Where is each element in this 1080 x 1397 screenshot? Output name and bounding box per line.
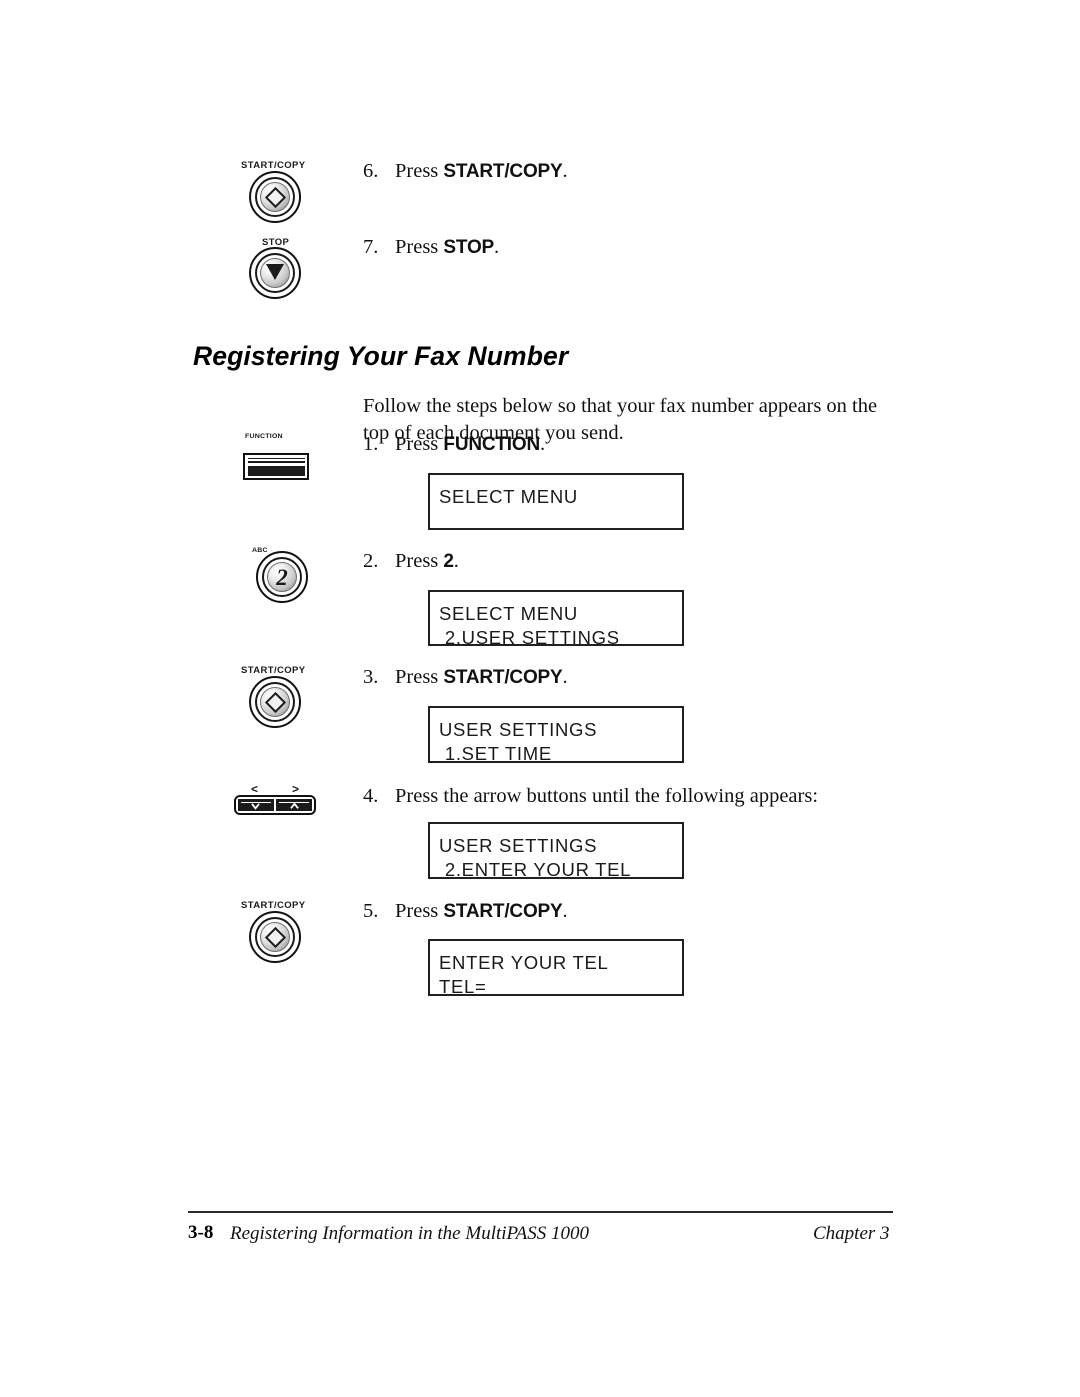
step-text-suffix: . (539, 433, 546, 455)
step-instruction: Press START/COPY. (395, 664, 568, 691)
step-number: 5. (363, 900, 379, 922)
step-text-prefix: Press (395, 900, 444, 922)
arrow-buttons[interactable] (234, 795, 316, 815)
stop-button[interactable] (249, 247, 301, 299)
step-text-suffix: . (562, 666, 568, 688)
stop-triangle-icon (266, 264, 284, 280)
step-number: 2. (363, 550, 379, 572)
step-text-suffix: . (562, 900, 568, 922)
lcd-display: ENTER YOUR TEL TEL= (428, 939, 684, 997)
lcd-line-2: 2.ENTER YOUR TEL (439, 859, 632, 880)
step-text-suffix: . (562, 160, 568, 182)
function-line (247, 460, 305, 463)
function-button[interactable] (243, 453, 309, 480)
step-text-prefix: Press (395, 433, 444, 455)
button-cap: 2 (267, 562, 297, 592)
footer-page-number: 3-8 (188, 1222, 214, 1243)
arrow-left-mark: < (250, 782, 258, 796)
step-number: 7. (363, 236, 379, 258)
start-copy-button[interactable] (249, 676, 301, 728)
step-text-prefix: Press (395, 666, 444, 688)
lcd-line-1: USER SETTINGS (439, 719, 598, 740)
function-button-face (247, 457, 305, 476)
lcd-line-2: 2.USER SETTINGS (439, 627, 620, 648)
section-heading: Registering Your Fax Number (193, 340, 569, 371)
step-number: 3. (363, 666, 379, 688)
button-cap (260, 922, 290, 952)
lcd-line-1: SELECT MENU (439, 603, 578, 624)
step-instruction: Press 2. (395, 548, 459, 575)
start-copy-button[interactable] (249, 911, 301, 963)
function-bar (247, 465, 305, 476)
diamond-icon (264, 691, 286, 713)
step-key-name: STOP (443, 237, 495, 258)
step-text-prefix: Press the arrow buttons until the follow… (395, 785, 819, 807)
step-number: 6. (363, 160, 379, 182)
lcd-display: USER SETTINGS 1.SET TIME (428, 706, 684, 764)
lcd-display: SELECT MENU 2.USER SETTINGS (428, 590, 684, 648)
step-instruction: Press START/COPY. (395, 158, 568, 185)
footer-chapter: Chapter 3 (813, 1223, 890, 1244)
chevron-up-icon (289, 801, 299, 811)
step-instruction: Press the arrow buttons until the follow… (395, 783, 818, 810)
footer-title: Registering Information in the MultiPASS… (230, 1223, 590, 1244)
button-cap (260, 258, 290, 288)
step-text-suffix: . (453, 550, 459, 572)
step-instruction: Press START/COPY. (395, 898, 568, 925)
step-text-prefix: Press (395, 236, 444, 258)
diamond-icon (264, 186, 286, 208)
lcd-line-1: ENTER YOUR TEL (439, 952, 609, 973)
step-instruction: Press FUNCTION. (395, 431, 545, 458)
diamond-icon (264, 926, 286, 948)
start-copy-button-caption: START/COPY (241, 665, 306, 676)
digit-2-icon: 2 (276, 564, 288, 590)
step-text-suffix: . (494, 236, 500, 258)
arrow-right-mark: > (291, 782, 299, 796)
lcd-line-2: TEL= (439, 976, 487, 997)
chevron-down-icon (251, 802, 261, 811)
button-cap (260, 687, 290, 717)
start-copy-button[interactable] (249, 171, 301, 223)
lcd-display: SELECT MENU (428, 473, 684, 530)
arrow-direction-marks: < > (234, 783, 316, 795)
step-number: 1. (363, 433, 379, 455)
lcd-line-2: 1.SET TIME (439, 743, 552, 764)
step-instruction: Press STOP. (395, 234, 499, 261)
button-cap (260, 182, 290, 212)
step-key-name: START/COPY (443, 901, 563, 922)
manual-page: START/COPY 6. Press START/COPY. STOP 7. … (0, 0, 1080, 1397)
start-copy-button-caption: START/COPY (241, 900, 306, 911)
keypad-2-button[interactable]: 2 (256, 551, 308, 603)
step-number: 4. (363, 785, 379, 807)
arrow-up-button[interactable] (276, 799, 312, 811)
step-key-name: 2 (443, 551, 454, 572)
keypad-2-sublabel: ABC (252, 547, 268, 554)
footer-divider (188, 1211, 893, 1213)
step-key-name: FUNCTION (443, 434, 540, 455)
step-text-prefix: Press (395, 160, 444, 182)
arrow-down-button[interactable] (238, 799, 274, 811)
lcd-display: USER SETTINGS 2.ENTER YOUR TEL (428, 822, 684, 880)
function-line (247, 457, 305, 460)
lcd-line-1: USER SETTINGS (439, 835, 598, 856)
step-key-name: START/COPY (443, 667, 563, 688)
step-text-prefix: Press (395, 550, 444, 572)
step-key-name: START/COPY (443, 161, 563, 182)
lcd-line-1: SELECT MENU (439, 486, 578, 507)
function-button-caption: FUNCTION (245, 433, 283, 440)
start-copy-button-caption: START/COPY (241, 160, 306, 171)
